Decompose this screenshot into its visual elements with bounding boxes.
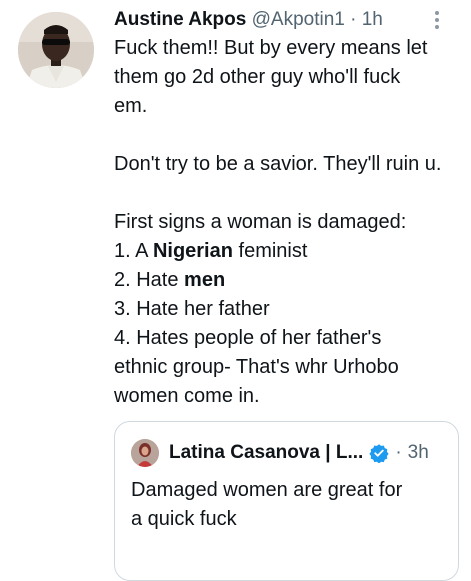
tweet-line: ethnic group- That's whr Urhobo xyxy=(114,356,399,378)
author-name[interactable]: Austine Akpos xyxy=(114,9,246,30)
tweet-line: First signs a woman is damaged: xyxy=(114,211,407,233)
more-vertical-icon[interactable] xyxy=(428,8,446,32)
list-item-bold: Nigerian xyxy=(152,240,233,262)
verified-badge-icon xyxy=(369,444,389,463)
tweet-line: em. xyxy=(114,95,148,117)
tweet[interactable]: Austine Akpos @Akpotin1 · 1h Fuck them!!… xyxy=(0,0,471,581)
tweet-line: them go 2d other guy who'll fuck xyxy=(114,66,401,88)
quoted-tweet[interactable]: Latina Casanova | L... · 3h Damaged wome… xyxy=(114,421,459,581)
author-avatar[interactable] xyxy=(18,12,94,88)
header-separator: · xyxy=(350,9,357,30)
list-item-text: 2. Hate xyxy=(114,269,185,291)
quoted-author-name: Latina Casanova | L... xyxy=(169,442,364,463)
tweet-line: Don't try to be a savior. They'll ruin u… xyxy=(114,153,442,175)
avatar-photo xyxy=(18,12,94,88)
list-item: 2. Hate men xyxy=(114,266,459,295)
tweet-time[interactable]: 1h xyxy=(362,9,383,30)
list-item: 4. Hates people of her father's xyxy=(114,327,382,349)
author-handle[interactable]: @Akpotin1 xyxy=(252,9,345,30)
quoted-avatar-photo xyxy=(131,439,159,467)
list-item-text: feminist xyxy=(232,240,308,262)
list-item: 1. A Nigerian feminist xyxy=(114,237,459,266)
list-item-bold: men xyxy=(184,269,226,291)
tweet-header: Austine Akpos @Akpotin1 · 1h xyxy=(114,7,454,33)
quoted-line: Damaged women are great for xyxy=(131,479,403,501)
quoted-separator: · xyxy=(395,442,402,463)
quoted-header: Latina Casanova | L... · 3h xyxy=(169,439,449,467)
quoted-text: Damaged women are great for a quick fuck xyxy=(131,476,451,534)
quoted-time: 3h xyxy=(407,442,429,463)
tweet-line: Fuck them!! But by every means let xyxy=(114,37,428,59)
list-item-text: 1. A xyxy=(114,240,153,262)
quoted-author-avatar xyxy=(131,439,159,467)
list-item: 3. Hate her father xyxy=(114,298,270,320)
tweet-line: women come in. xyxy=(114,385,260,407)
quoted-line: a quick fuck xyxy=(131,508,237,530)
tweet-text: Fuck them!! But by every means let them … xyxy=(114,34,459,411)
